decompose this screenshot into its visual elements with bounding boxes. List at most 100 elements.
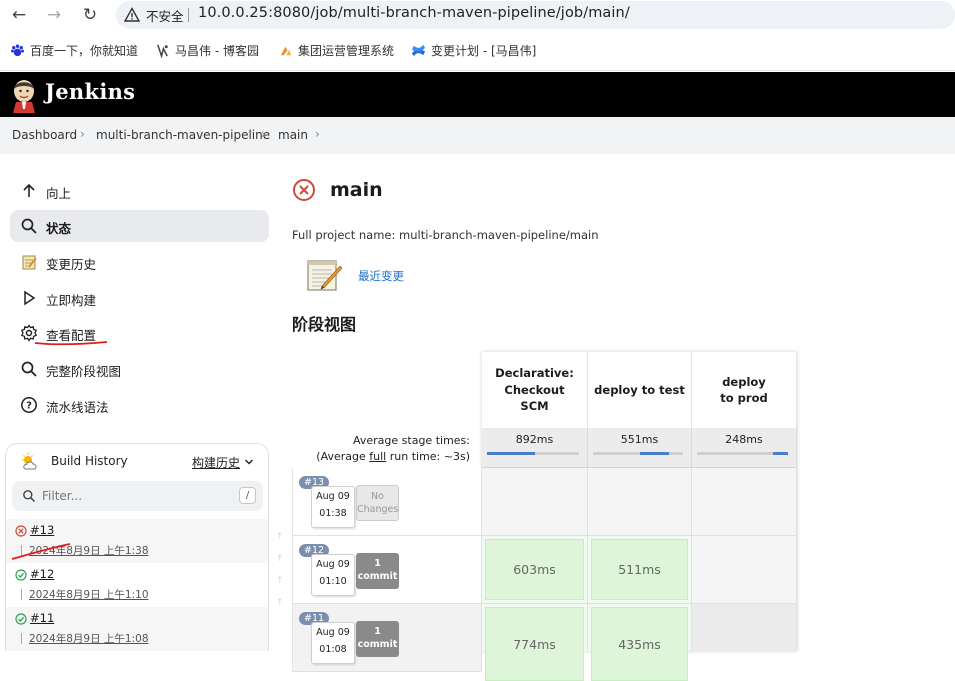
task-label: 状态 — [46, 221, 72, 236]
run-changes[interactable]: No Changes — [356, 485, 399, 521]
bookmark-cnblogs[interactable]: 马昌伟 - 博客园 — [155, 42, 259, 60]
run-date: Aug 09 01:38 — [311, 486, 355, 528]
confluence-icon — [411, 44, 426, 57]
recent-changes-link[interactable]: 最近变更 — [358, 268, 404, 284]
chevron-right-icon: › — [315, 127, 320, 141]
run-row-header[interactable]: #11 Aug 09 01:08 1 commit — [292, 604, 482, 672]
build-row[interactable]: #13 2024年8月9日 上午1:38 — [6, 519, 268, 563]
back-arrow-icon[interactable]: ← — [8, 4, 30, 26]
address-bar[interactable]: 不安全 10.0.0.25:8080/job/multi-branch-mave… — [116, 1, 955, 29]
build-number[interactable]: #13 — [30, 523, 54, 537]
stage-cell[interactable] — [588, 468, 692, 536]
stage-average: 892ms — [482, 428, 588, 468]
average-stage-times-label: Average stage times: (Average full run t… — [300, 433, 470, 465]
run-changes[interactable]: 1 commit — [356, 621, 399, 657]
stage-average-fill — [487, 452, 535, 455]
bookmark-confluence[interactable]: 变更计划 - [马昌伟] — [411, 42, 536, 60]
stage-name: deploy to prod — [720, 374, 768, 406]
stage-cell[interactable] — [482, 468, 588, 536]
stage-duration[interactable]: 774ms — [485, 607, 584, 681]
stage-average: 248ms — [692, 428, 797, 468]
annotation-scribble — [11, 543, 71, 560]
jenkins-header: Jenkins — [0, 72, 955, 117]
stage-header: deploy to test — [588, 352, 692, 428]
search-icon — [21, 361, 37, 377]
stage-duration[interactable]: 603ms — [485, 539, 584, 600]
stage-average-time: 892ms — [515, 433, 554, 446]
stage-cell[interactable]: 774ms — [482, 604, 588, 681]
chevron-down-icon[interactable] — [244, 457, 254, 467]
build-filter-input[interactable]: Filter... / — [12, 481, 263, 511]
task-label: 向上 — [46, 186, 72, 201]
build-date[interactable]: 2024年8月9日 上午1:08 — [29, 631, 149, 646]
bookmark-label: 变更计划 - [马昌伟] — [431, 44, 537, 58]
bookmark-label: 马昌伟 - 博客园 — [175, 44, 259, 58]
run-changes[interactable]: 1 commit — [356, 553, 399, 589]
stage-cell[interactable]: 435ms — [588, 604, 692, 681]
run-date-time: 01:10 — [319, 576, 347, 587]
help-icon: ? — [21, 397, 37, 413]
annotation-underline — [34, 341, 108, 346]
task-full-stage-view[interactable]: 完整阶段视图 — [10, 353, 269, 385]
stage-duration[interactable]: 435ms — [591, 607, 688, 681]
weather-cloudy-icon — [22, 453, 37, 470]
stage-cell[interactable] — [692, 604, 797, 651]
run-row-header[interactable]: #13 Aug 09 01:38 No Changes — [292, 468, 482, 536]
stage-name: deploy to test — [594, 382, 685, 397]
build-history-link[interactable]: 构建历史 — [192, 454, 240, 471]
run-date-time: 01:08 — [319, 644, 347, 655]
forward-arrow-icon[interactable]: → — [43, 4, 65, 26]
run-changes-line1: 1 — [374, 626, 381, 637]
task-status[interactable]: 状态 — [10, 210, 269, 242]
run-changes-line2: Changes — [357, 504, 399, 515]
task-pipeline-syntax[interactable]: ? 流水线语法 — [10, 389, 269, 421]
stage-view-title: 阶段视图 — [292, 315, 357, 334]
bookmark-system[interactable]: 集团运营管理系统 — [278, 42, 394, 60]
avg-label-prefix: (Average — [316, 450, 370, 463]
task-build-now[interactable]: 立即构建 — [10, 282, 269, 314]
task-label: 立即构建 — [46, 293, 97, 308]
stage-average-time: 551ms — [620, 433, 659, 446]
success-status-icon — [15, 613, 27, 625]
stage-cell[interactable]: 511ms — [588, 536, 692, 604]
breadcrumb-main[interactable]: main — [278, 128, 308, 142]
bookmark-baidu[interactable]: 百度一下，你就知道 — [10, 42, 138, 60]
avg-full-link[interactable]: full — [369, 450, 386, 463]
run-date: Aug 09 01:10 — [311, 554, 355, 596]
notepad-icon — [307, 260, 343, 291]
stage-name: Declarative: Checkout SCM — [495, 366, 574, 414]
warning-triangle-icon[interactable] — [124, 7, 140, 23]
jenkins-logo-icon[interactable] — [10, 77, 38, 113]
stage-average-bar — [487, 452, 579, 455]
build-row[interactable]: #11 2024年8月9日 上午1:08 — [6, 607, 268, 651]
reload-icon[interactable]: ↻ — [79, 4, 101, 26]
build-date[interactable]: 2024年8月9日 上午1:10 — [29, 587, 149, 602]
bookmark-label: 集团运营管理系统 — [298, 44, 395, 58]
breadcrumb-dashboard[interactable]: Dashboard — [12, 128, 77, 142]
url-text[interactable]: 10.0.0.25:8080/job/multi-branch-maven-pi… — [198, 5, 630, 21]
build-history-title: Build History — [51, 454, 128, 468]
build-number[interactable]: #12 — [30, 567, 54, 581]
jenkins-brand[interactable]: Jenkins — [45, 79, 135, 104]
breadcrumb-pipeline[interactable]: multi-branch-maven-pipeline — [96, 128, 270, 142]
search-icon — [23, 490, 36, 503]
stage-header: deploy to prod — [692, 352, 797, 428]
run-row-header[interactable]: #12 Aug 09 01:10 1 commit — [292, 536, 482, 604]
stage-cell[interactable] — [692, 536, 797, 604]
stage-duration[interactable]: 511ms — [591, 539, 688, 600]
stage-cell[interactable]: 603ms — [482, 536, 588, 604]
task-up[interactable]: 向上 — [10, 175, 269, 207]
build-number[interactable]: #11 — [30, 611, 54, 625]
resize-handle[interactable]: ↑ ↑ ↑ ↑ — [276, 526, 284, 614]
svg-text:?: ? — [26, 401, 32, 412]
url-divider — [188, 8, 189, 22]
system-icon — [280, 46, 292, 56]
run-changes-line1: 1 — [374, 558, 381, 569]
task-changes[interactable]: 变更历史 — [10, 246, 269, 278]
avg-label-line1: Average stage times: — [353, 434, 470, 447]
stage-cell[interactable] — [692, 468, 797, 536]
insecure-label[interactable]: 不安全 — [146, 6, 184, 25]
failed-status-icon — [15, 525, 27, 537]
run-changes-line1: No — [371, 491, 384, 502]
build-row[interactable]: #12 2024年8月9日 上午1:10 — [6, 563, 268, 607]
